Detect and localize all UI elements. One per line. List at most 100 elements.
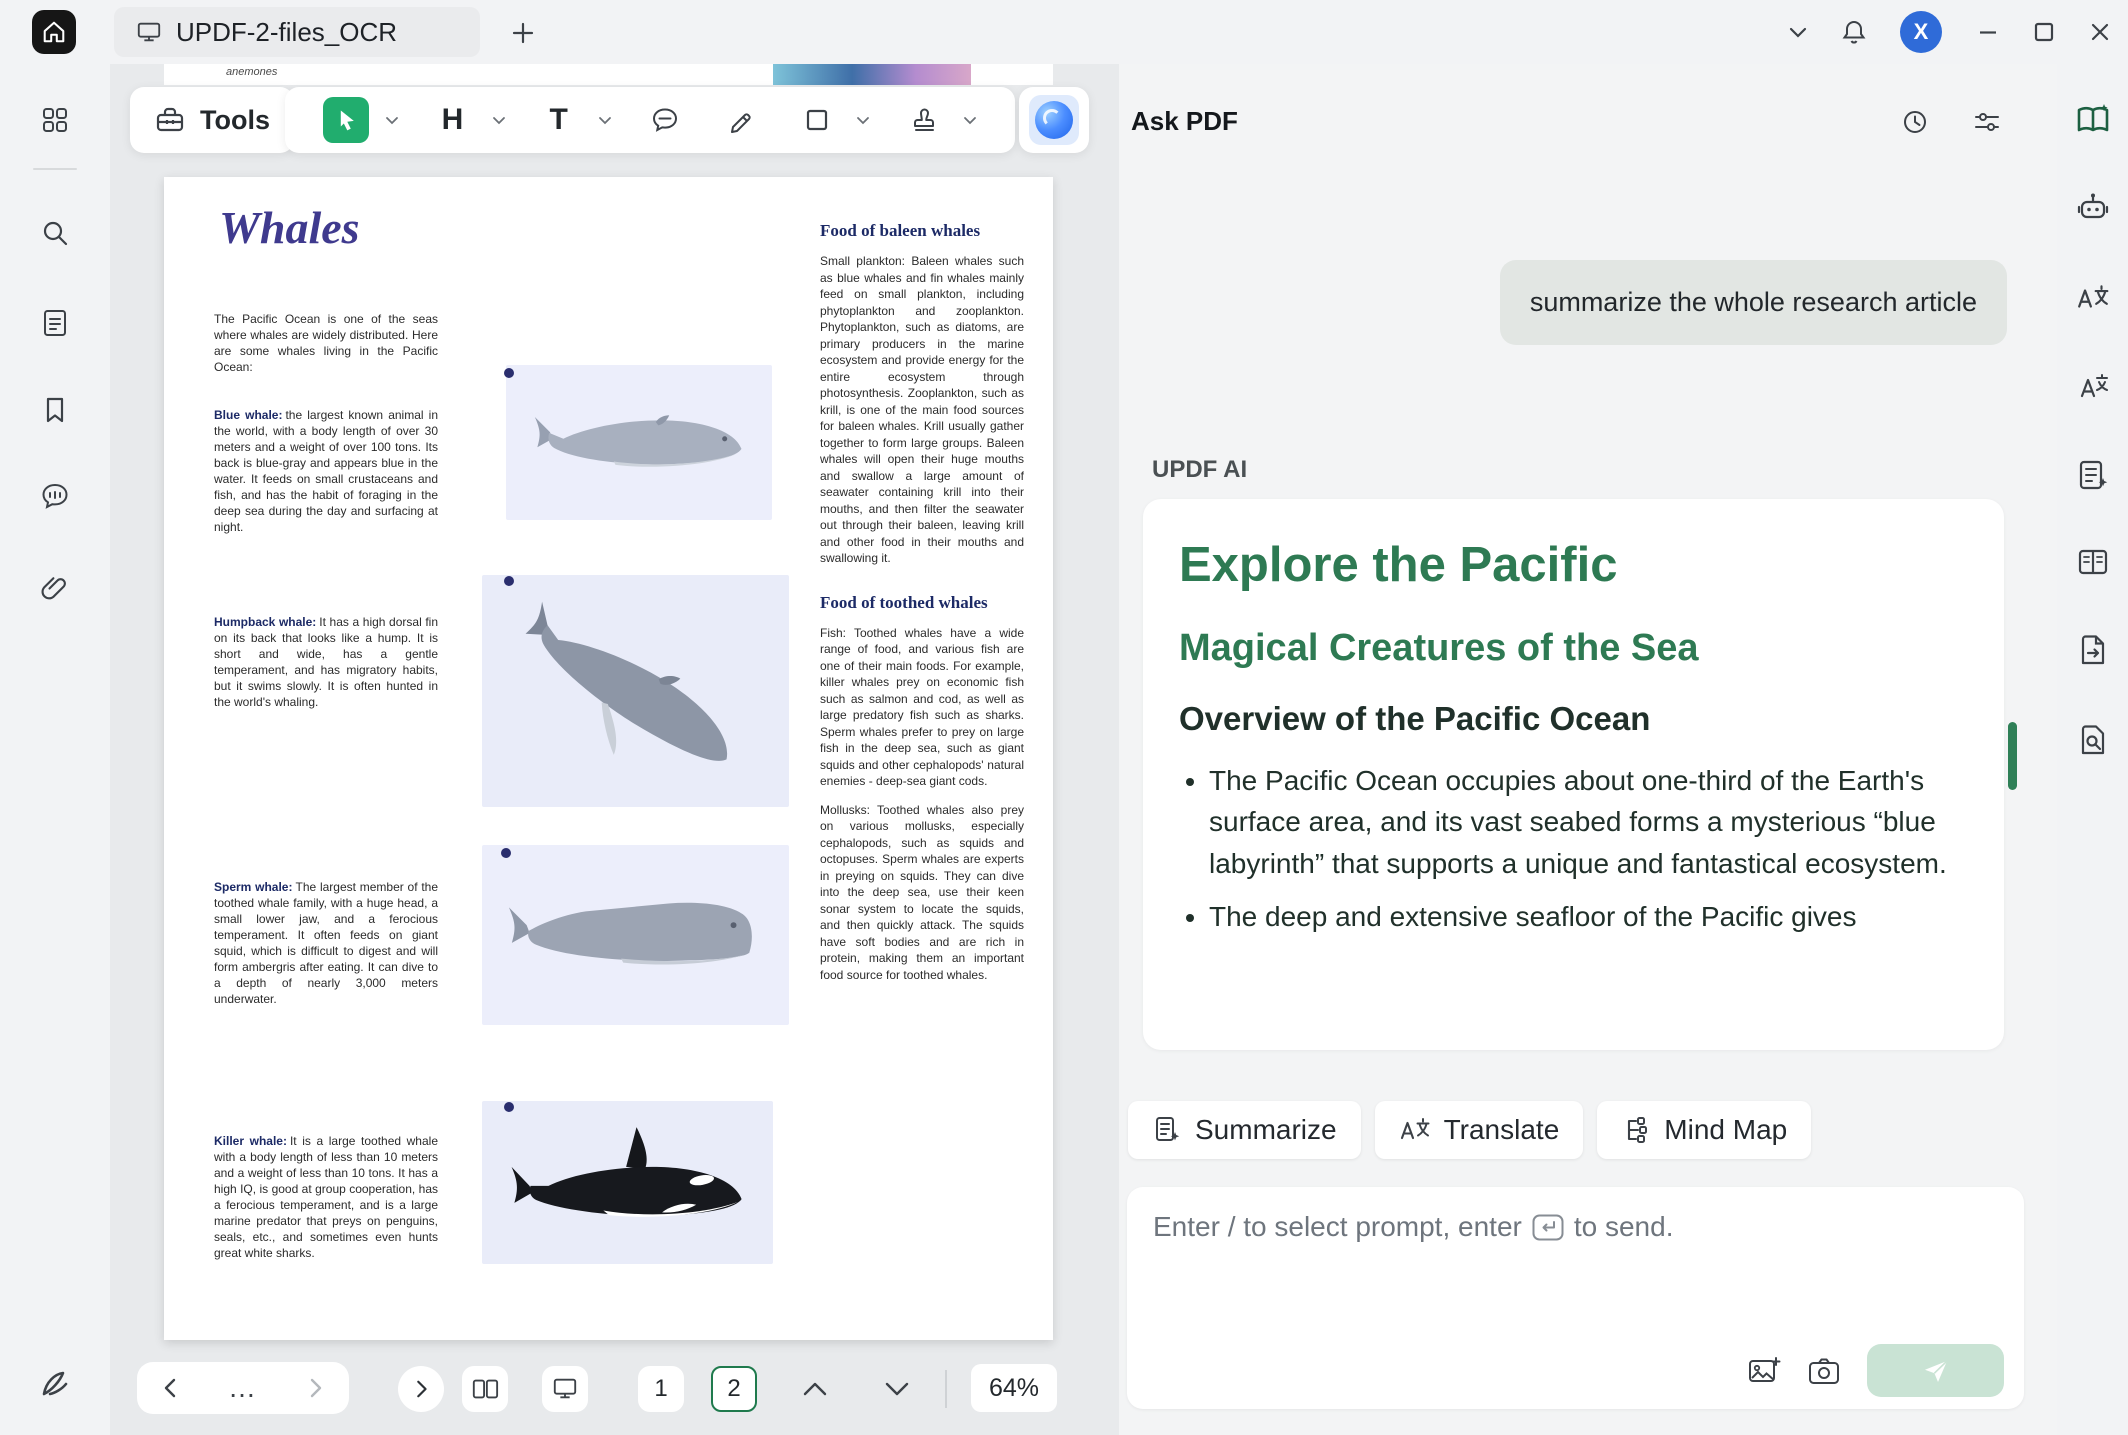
summarize-chip[interactable]: Summarize — [1128, 1101, 1361, 1159]
comment-tool-button[interactable] — [642, 97, 688, 143]
tab-title: UPDF-2-files_OCR — [176, 17, 397, 48]
response-heading-2: Magical Creatures of the Sea — [1179, 627, 1964, 670]
bell-icon — [1840, 18, 1868, 46]
heading-tool-dropdown[interactable] — [492, 116, 506, 125]
pen-tool-button[interactable] — [718, 97, 764, 143]
pdf-entry-sperm-whale: Sperm whale:The largest member of the to… — [214, 879, 438, 1007]
chevron-down-icon — [1785, 19, 1811, 45]
stamp-tool-button[interactable] — [901, 97, 947, 143]
annotation-dot[interactable] — [504, 368, 514, 378]
ai-translate-tab[interactable] — [2057, 358, 2128, 414]
page-layout-button[interactable] — [462, 1366, 508, 1412]
translate-tab[interactable] — [2057, 270, 2128, 326]
annotation-dot[interactable] — [501, 848, 511, 858]
back-button[interactable] — [160, 1377, 182, 1399]
expand-panel-button[interactable] — [398, 1366, 444, 1412]
pdf-entry-killer-whale: Killer whale:It is a large toothed whale… — [214, 1133, 438, 1261]
maximize-button[interactable] — [2016, 0, 2072, 64]
form-sparkle-icon — [2077, 458, 2109, 492]
killer-whale-illustration — [502, 1112, 754, 1254]
zoom-control[interactable]: 64% — [971, 1364, 1057, 1412]
new-tab-button[interactable] — [506, 16, 540, 50]
pdf-viewport[interactable]: anemones Whales The Pacific Ocean is one… — [110, 64, 1119, 1435]
page-1-button[interactable]: 1 — [638, 1366, 684, 1412]
response-heading-3: Overview of the Pacific Ocean — [1179, 700, 1964, 738]
search-button[interactable] — [0, 205, 110, 261]
select-tool-button[interactable] — [323, 97, 369, 143]
tools-label: Tools — [200, 105, 270, 136]
export-file-tab[interactable] — [2057, 622, 2128, 678]
select-tool-dropdown[interactable] — [385, 116, 399, 125]
thumbnails-button[interactable] — [0, 295, 110, 351]
notifications-button[interactable] — [1826, 0, 1882, 64]
presentation-button[interactable] — [542, 1366, 588, 1412]
text-tool-button[interactable]: T — [536, 97, 582, 143]
fragment-text: anemones — [226, 66, 277, 78]
shape-tool-button[interactable] — [794, 97, 840, 143]
humpback-whale-image — [482, 575, 789, 807]
home-button[interactable] — [32, 10, 76, 54]
chat-settings-button[interactable] — [1969, 104, 2005, 140]
reader-view-tab[interactable] — [2057, 534, 2128, 590]
chat-input-box[interactable]: Enter / to select prompt, enter to send. — [1127, 1187, 2024, 1409]
blue-whale-illustration — [520, 380, 758, 506]
more-pages-button[interactable]: … — [228, 1383, 258, 1393]
file-export-icon — [2077, 633, 2109, 667]
search-document-tab[interactable] — [2057, 712, 2128, 768]
response-bullet-list: The Pacific Ocean occupies about one-thi… — [1179, 760, 1964, 938]
bookmarks-button[interactable] — [0, 382, 110, 438]
minimize-button[interactable] — [1960, 0, 2016, 64]
ai-orb-icon — [1035, 101, 1073, 139]
chevron-right-icon — [411, 1379, 431, 1399]
ai-chat-tab[interactable] — [2057, 180, 2128, 236]
attachments-button[interactable] — [0, 560, 110, 616]
send-button[interactable] — [1867, 1344, 2004, 1397]
shape-tool-dropdown[interactable] — [856, 116, 870, 125]
fragment-photo — [773, 64, 971, 85]
comments-button[interactable] — [0, 468, 110, 524]
annotation-dot[interactable] — [504, 1102, 514, 1112]
signature-button[interactable] — [0, 1356, 110, 1412]
book-open-icon — [2076, 546, 2110, 578]
text-tool-dropdown[interactable] — [598, 116, 612, 125]
cursor-icon — [333, 107, 359, 133]
section-paragraph: Mollusks: Toothed whales also prey on va… — [820, 802, 1024, 984]
top-bar: UPDF-2-files_OCR X — [0, 0, 2128, 64]
chat-scrollbar-thumb[interactable] — [2008, 722, 2017, 790]
ai-assistant-button[interactable] — [1019, 87, 1089, 153]
page-2-button[interactable]: 2 — [711, 1366, 757, 1412]
previous-page-button[interactable] — [797, 1372, 833, 1406]
section-heading: Food of baleen whales — [820, 221, 1024, 241]
translate-chip[interactable]: Translate — [1375, 1101, 1584, 1159]
screenshot-button[interactable] — [1807, 1356, 1841, 1386]
toolbox-icon — [154, 104, 186, 136]
summarize-icon — [1152, 1115, 1182, 1145]
quick-action-chips: Summarize Translate Mind Map — [1128, 1101, 1811, 1159]
forward-button[interactable] — [304, 1377, 326, 1399]
tabs-dropdown-button[interactable] — [1770, 0, 1826, 64]
pdf-page[interactable]: Whales The Pacific Ocean is one of the s… — [164, 177, 1053, 1340]
tools-button[interactable]: Tools — [130, 87, 294, 153]
ai-sender-name: UPDF AI — [1152, 456, 1247, 484]
panels-menu-button[interactable] — [0, 92, 110, 148]
response-bullet: The deep and extensive seafloor of the P… — [1209, 896, 1964, 937]
heading-tool-button[interactable]: H — [429, 97, 475, 143]
mind-map-chip[interactable]: Mind Map — [1597, 1101, 1811, 1159]
next-page-button[interactable] — [879, 1372, 915, 1406]
close-button[interactable] — [2072, 0, 2128, 64]
user-avatar[interactable]: X — [1900, 11, 1942, 53]
insert-image-button[interactable] — [1747, 1355, 1781, 1387]
close-icon — [2087, 19, 2113, 45]
stamp-tool-dropdown[interactable] — [963, 116, 977, 125]
section-heading: Food of toothed whales — [820, 593, 1024, 613]
comment-bubble-icon — [650, 105, 680, 135]
document-tab[interactable]: UPDF-2-files_OCR — [114, 7, 480, 57]
stamp-icon — [909, 105, 939, 135]
humpback-whale-illustration — [501, 591, 771, 791]
killer-whale-image — [482, 1101, 773, 1264]
annotation-dot[interactable] — [504, 576, 514, 586]
chat-history-button[interactable] — [1897, 104, 1933, 140]
ai-form-tab[interactable] — [2057, 447, 2128, 503]
ai-response-card[interactable]: Explore the Pacific Magical Creatures of… — [1143, 499, 2004, 1050]
ai-reader-tab-active[interactable] — [2057, 92, 2128, 148]
